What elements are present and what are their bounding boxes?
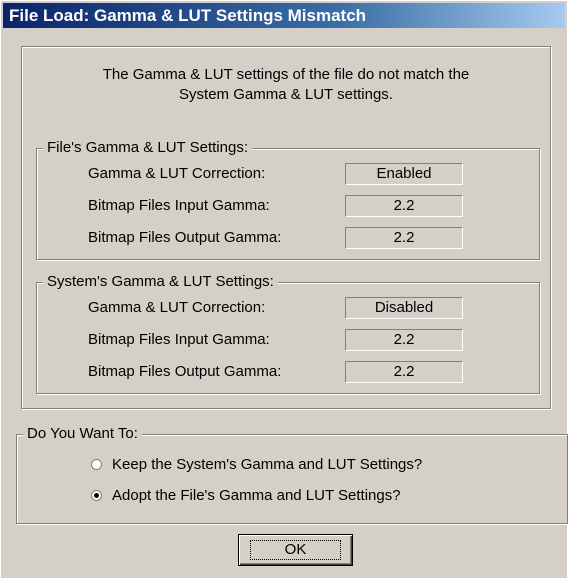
choice-legend: Do You Want To: bbox=[23, 424, 142, 444]
file-settings-legend: File's Gamma & LUT Settings: bbox=[43, 138, 252, 158]
file-output-gamma-value: 2.2 bbox=[345, 227, 463, 249]
system-gamma-lut-correction-value: Disabled bbox=[345, 297, 463, 319]
system-gamma-lut-correction-label: Gamma & LUT Correction: bbox=[88, 299, 266, 316]
settings-panel: The Gamma & LUT settings of the file do … bbox=[21, 46, 551, 409]
keep-system-settings-option[interactable]: Keep the System's Gamma and LUT Settings… bbox=[91, 455, 422, 475]
adopt-file-settings-label: Adopt the File's Gamma and LUT Settings? bbox=[112, 487, 401, 504]
window-title: File Load: Gamma & LUT Settings Mismatch bbox=[9, 6, 367, 25]
system-output-gamma-label: Bitmap Files Output Gamma: bbox=[88, 363, 282, 380]
file-gamma-lut-correction-label: Gamma & LUT Correction: bbox=[88, 165, 266, 182]
file-input-gamma-label: Bitmap Files Input Gamma: bbox=[88, 197, 270, 214]
message-line-2: System Gamma & LUT settings. bbox=[179, 86, 393, 103]
system-input-gamma-label: Bitmap Files Input Gamma: bbox=[88, 331, 270, 348]
adopt-file-settings-option[interactable]: Adopt the File's Gamma and LUT Settings? bbox=[91, 486, 401, 506]
choice-group: Do You Want To: Keep the System's Gamma … bbox=[16, 424, 568, 524]
dialog-window: File Load: Gamma & LUT Settings Mismatch… bbox=[0, 0, 568, 578]
system-input-gamma-value: 2.2 bbox=[345, 329, 463, 351]
file-output-gamma-label: Bitmap Files Output Gamma: bbox=[88, 229, 282, 246]
mismatch-message: The Gamma & LUT settings of the file do … bbox=[22, 65, 550, 105]
ok-button-label: OK bbox=[249, 540, 342, 560]
system-output-gamma-value: 2.2 bbox=[345, 361, 463, 383]
system-settings-legend: System's Gamma & LUT Settings: bbox=[43, 272, 278, 292]
ok-button[interactable]: OK bbox=[238, 534, 353, 566]
keep-system-settings-radio[interactable] bbox=[91, 458, 102, 470]
keep-system-settings-label: Keep the System's Gamma and LUT Settings… bbox=[112, 456, 423, 473]
file-input-gamma-value: 2.2 bbox=[345, 195, 463, 217]
message-line-1: The Gamma & LUT settings of the file do … bbox=[102, 66, 470, 83]
title-bar[interactable]: File Load: Gamma & LUT Settings Mismatch bbox=[3, 3, 565, 28]
adopt-file-settings-radio[interactable] bbox=[91, 489, 102, 501]
system-settings-group: System's Gamma & LUT Settings: Gamma & L… bbox=[36, 272, 540, 394]
file-settings-group: File's Gamma & LUT Settings: Gamma & LUT… bbox=[36, 138, 540, 260]
file-gamma-lut-correction-value: Enabled bbox=[345, 163, 463, 185]
